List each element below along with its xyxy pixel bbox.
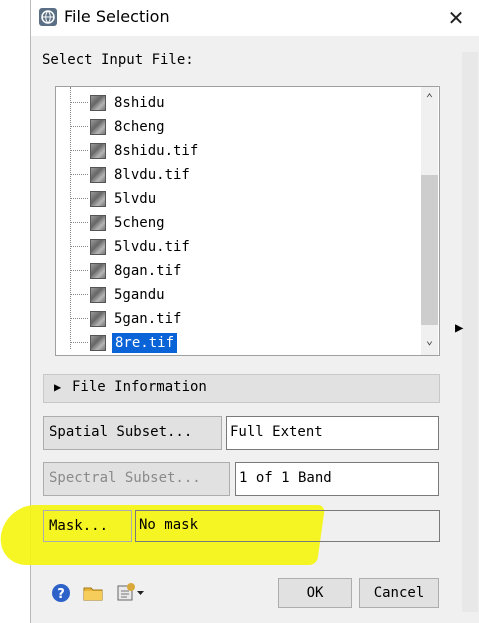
tree-branch-line <box>70 150 88 151</box>
tree-branch-line <box>70 270 88 271</box>
file-information-label: File Information <box>72 379 207 395</box>
file-tree-item[interactable]: 5cheng <box>56 211 416 235</box>
file-tree-item[interactable]: 8re.tif <box>56 331 416 355</box>
tree-branch-line <box>70 246 88 247</box>
file-tree-item[interactable]: 5gandu <box>56 283 416 307</box>
raster-file-icon <box>90 335 106 351</box>
close-button[interactable]: ✕ <box>441 4 471 32</box>
app-globe-icon <box>39 8 57 26</box>
file-tree-item[interactable]: 5lvdu <box>56 187 416 211</box>
file-selection-dialog: File Selection ✕ Select Input File: 8shi… <box>0 0 479 623</box>
file-name-label: 5gandu <box>114 287 165 303</box>
mask-button[interactable]: Mask... <box>43 510 132 542</box>
raster-file-icon <box>90 287 106 303</box>
ok-button[interactable]: OK <box>278 578 352 608</box>
window-title: File Selection <box>64 7 170 26</box>
tree-branch-line <box>70 174 88 175</box>
tree-branch-line <box>70 126 88 127</box>
dialog-scrollbar[interactable] <box>462 52 478 612</box>
file-name-label: 5cheng <box>114 215 165 231</box>
tree-branch-line <box>70 198 88 199</box>
spatial-subset-button[interactable]: Spatial Subset... <box>43 416 222 450</box>
file-information-toggle[interactable]: ▶ File Information <box>43 374 440 403</box>
open-folder-icon[interactable] <box>83 582 103 602</box>
scroll-down-icon[interactable]: ⌄ <box>421 333 438 351</box>
help-icon[interactable]: ? <box>51 583 71 603</box>
expand-triangle-icon: ▶ <box>54 380 62 394</box>
mask-value: No mask <box>135 510 440 542</box>
raster-file-icon <box>90 215 106 231</box>
file-name-label: 5lvdu <box>114 191 157 207</box>
file-tree[interactable]: 8shidu 8cheng 8shidu.tif 8lvdu.tif 5lvdu 5che… <box>55 86 440 356</box>
file-name-label: 8lvdu.tif <box>114 167 190 183</box>
options-menu-icon[interactable] <box>117 582 147 602</box>
file-tree-item[interactable]: 5lvdu.tif <box>56 235 416 259</box>
file-tree-item[interactable]: 8gan.tif <box>56 259 416 283</box>
file-tree-item[interactable]: 8shidu <box>56 91 416 115</box>
raster-file-icon <box>90 239 106 255</box>
spectral-subset-button: Spectral Subset... <box>43 462 230 496</box>
spatial-subset-value: Full Extent <box>226 416 439 450</box>
cancel-button[interactable]: Cancel <box>359 578 439 608</box>
raster-file-icon <box>90 119 106 135</box>
title-bar: File Selection ✕ <box>31 0 479 36</box>
file-tree-item[interactable]: 8shidu.tif <box>56 139 416 163</box>
tree-scrollbar[interactable]: ⌃ ⌄ <box>421 87 438 355</box>
file-name-label: 5lvdu.tif <box>114 239 190 255</box>
raster-file-icon <box>90 191 106 207</box>
raster-file-icon <box>90 263 106 279</box>
expand-panel-icon[interactable]: ▶ <box>455 320 463 336</box>
raster-file-icon <box>90 95 106 111</box>
file-tree-item[interactable]: 8cheng <box>56 115 416 139</box>
file-name-label: 8gan.tif <box>114 263 182 279</box>
file-name-label: 8shidu.tif <box>114 143 199 159</box>
file-name-label: 8cheng <box>114 119 165 135</box>
tree-branch-line <box>70 342 88 343</box>
file-tree-item[interactable]: 5gan.tif <box>56 307 416 331</box>
file-name-label: 8re.tif <box>112 333 178 353</box>
scroll-thumb[interactable] <box>421 175 438 325</box>
raster-file-icon <box>90 311 106 327</box>
file-name-label: 5gan.tif <box>114 311 182 327</box>
file-tree-item[interactable]: 8lvdu.tif <box>56 163 416 187</box>
file-name-label: 8shidu <box>114 95 165 111</box>
raster-file-icon <box>90 167 106 183</box>
raster-file-icon <box>90 143 106 159</box>
scroll-up-icon[interactable]: ⌃ <box>421 91 438 109</box>
select-input-label: Select Input File: <box>42 52 194 68</box>
svg-text:?: ? <box>57 587 65 602</box>
tree-branch-line <box>70 294 88 295</box>
tree-branch-line <box>70 222 88 223</box>
spectral-subset-value: 1 of 1 Band <box>235 462 439 496</box>
tree-branch-line <box>70 318 88 319</box>
tree-branch-line <box>70 102 88 103</box>
